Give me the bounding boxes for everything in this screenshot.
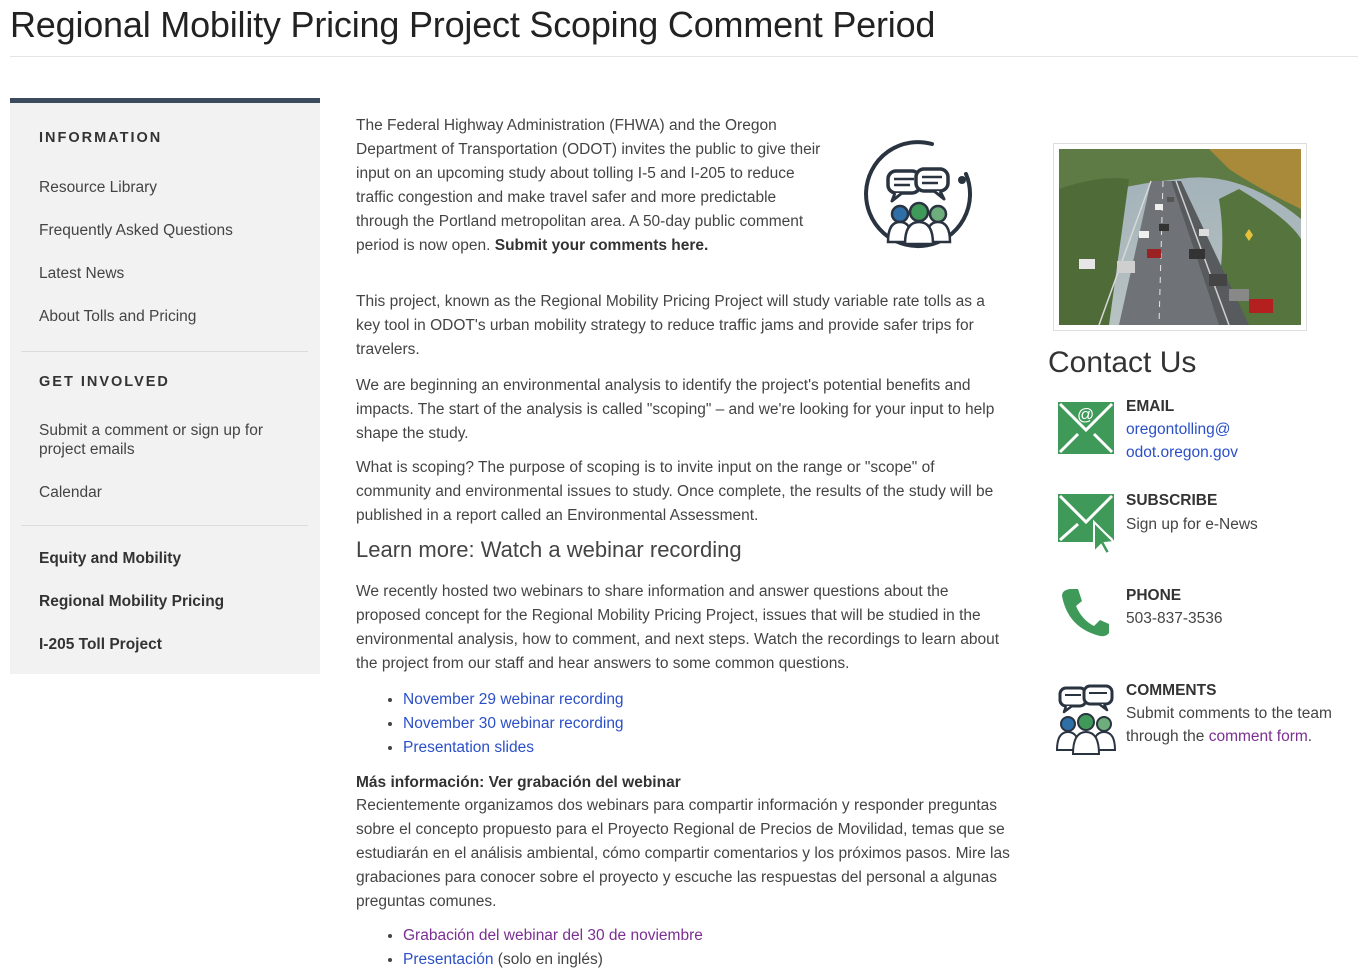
presentacion-link[interactable]: Presentación [403,951,493,968]
spanish-paragraph: Recientemente organizamos dos webinars p… [356,797,1010,910]
analysis-paragraph: We are beginning an environmental analys… [356,377,995,442]
sidebar-item-resource-library[interactable]: Resource Library [39,178,289,197]
email-link[interactable]: oregontolling@ odot.oregon.gov [1126,421,1238,461]
sidebar-item-submit-comment[interactable]: Submit a comment or sign up for project … [39,421,289,459]
sidebar-heading-get-involved: GET INVOLVED [39,374,170,390]
comment-here-link[interactable]: here. [671,237,708,254]
sidebar-divider [21,351,308,352]
comment-form-link[interactable]: comment form [1209,728,1308,745]
webinar-paragraph: We recently hosted two webinars to share… [356,583,1000,672]
envelope-at-icon: @ [1056,398,1116,461]
svg-text:@: @ [1077,405,1094,424]
comment-group-icon [1054,684,1118,761]
subscribe-link[interactable]: Sign up for e-News [1126,513,1356,536]
highway-traffic-photo [1053,143,1307,331]
intro-paragraph: The Federal Highway Administration (FHWA… [356,114,821,258]
presentation-slides-link[interactable]: Presentation slides [403,739,534,756]
list-item: November 29 webinar recording [403,688,624,712]
page-title: Regional Mobility Pricing Project Scopin… [10,4,936,45]
email-link-line1: oregontolling@ [1126,421,1231,438]
list-item: Presentación (solo en inglés) [403,948,703,972]
sidebar-item-i205-toll[interactable]: I-205 Toll Project [39,636,162,654]
intro-text: The Federal Highway Administration (FHWA… [356,117,821,254]
sidebar-divider [21,525,308,526]
envelope-cursor-icon [1056,492,1120,561]
scoping-paragraph: What is scoping? The purpose of scoping … [356,459,994,524]
sidebar-nav: INFORMATION Resource Library Frequently … [10,98,320,674]
title-divider [10,56,1358,57]
list-item: November 30 webinar recording [403,712,624,736]
phone-label: PHONE [1126,587,1182,604]
nov30-webinar-link[interactable]: November 30 webinar recording [403,715,624,732]
phone-icon [1060,586,1110,643]
sidebar-item-calendar[interactable]: Calendar [39,483,289,502]
sidebar-item-regional-mobility-pricing[interactable]: Regional Mobility Pricing [39,593,224,611]
spanish-heading: Más información: Ver grabación del webin… [356,774,681,791]
sidebar-item-faq[interactable]: Frequently Asked Questions [39,221,289,240]
comment-group-icon [862,138,976,250]
sidebar-item-about-tolls[interactable]: About Tolls and Pricing [39,307,289,326]
project-paragraph: This project, known as the Regional Mobi… [356,293,985,358]
list-item: Presentation slides [403,736,624,760]
sidebar-item-latest-news[interactable]: Latest News [39,264,289,283]
email-label: EMAIL [1126,398,1175,415]
phone-number: 503-837-3536 [1126,610,1223,627]
intro-cta: Submit your comments [494,237,667,254]
learn-more-heading: Learn more: Watch a webinar recording [356,537,742,562]
nov29-webinar-link[interactable]: November 29 webinar recording [403,691,624,708]
grabacion-link[interactable]: Grabación del webinar del 30 de noviembr… [403,927,703,944]
sidebar-item-equity-mobility[interactable]: Equity and Mobility [39,550,181,568]
email-address: oregontolling@ odot.oregon.gov [1126,418,1356,464]
contact-us-heading: Contact Us [1048,346,1197,379]
comments-label: COMMENTS [1126,682,1217,699]
email-link-line2: odot.oregon.gov [1126,444,1239,461]
presentacion-note: (solo en inglés) [493,951,603,968]
spanish-links-list: Grabación del webinar del 30 de noviembr… [356,924,703,972]
comments-text-suffix: . [1307,728,1313,745]
webinar-links-list: November 29 webinar recording November 3… [356,688,624,760]
subscribe-label: SUBSCRIBE [1126,492,1218,509]
list-item: Grabación del webinar del 30 de noviembr… [403,924,703,948]
comments-text: Submit comments to the team through the … [1126,702,1356,748]
sidebar-heading-information: INFORMATION [39,130,163,146]
